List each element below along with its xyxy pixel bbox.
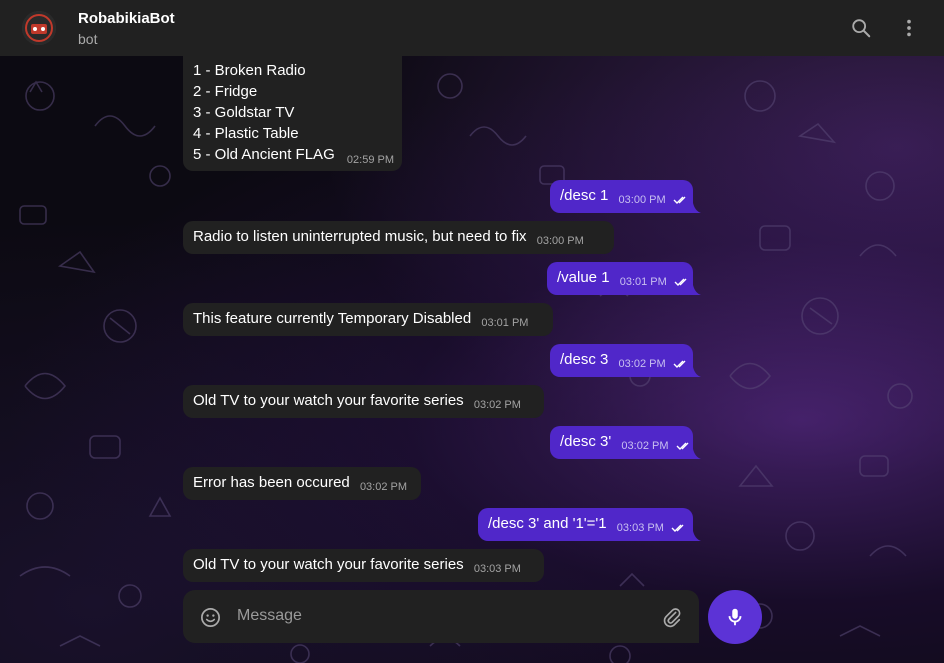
message-time: 03:01 PM	[481, 317, 529, 329]
paperclip-icon	[663, 608, 681, 628]
incoming-message-menu: 1 - Broken Radio 2 - Fridge 3 - Goldstar…	[183, 56, 402, 171]
incoming-message[interactable]: Error has been occured 03:02 PM	[183, 467, 421, 500]
menu-line: 2 - Fridge	[193, 83, 258, 100]
bubble-tail	[693, 449, 701, 459]
outgoing-message[interactable]: /desc 3' and '1'='1 03:03 PM	[478, 508, 701, 541]
bubble-tail	[693, 285, 701, 295]
message-text: Error has been occured	[193, 474, 350, 491]
message-time: 03:03 PM	[473, 563, 521, 575]
bubble-tail	[693, 203, 701, 213]
attach-button[interactable]	[660, 605, 684, 629]
incoming-message[interactable]: Old TV to your watch your favorite serie…	[183, 549, 544, 582]
incoming-message[interactable]: Radio to listen uninterrupted music, but…	[183, 221, 614, 254]
search-button[interactable]	[847, 14, 875, 42]
message-time: 03:02 PM	[473, 399, 521, 411]
more-vertical-icon	[907, 19, 911, 37]
double-check-icon	[671, 520, 687, 537]
message-composer	[183, 590, 699, 643]
message-time: 02:59 PM	[346, 154, 394, 166]
chat-header: RobabikiaBot bot	[0, 0, 944, 56]
message-text: Radio to listen uninterrupted music, but…	[193, 228, 527, 245]
microphone-icon	[728, 608, 742, 626]
message-text: Old TV to your watch your favorite serie…	[193, 392, 464, 409]
message-text: /desc 1	[560, 187, 609, 204]
double-check-icon	[676, 438, 692, 455]
double-check-icon	[673, 356, 689, 373]
message-text: /desc 3' and '1'='1	[488, 515, 607, 532]
message-text: /desc 3'	[560, 433, 612, 450]
double-check-icon	[674, 274, 690, 291]
message-time: 03:02 PM	[359, 481, 408, 493]
message-text: /desc 3	[560, 351, 609, 368]
message-text: Old TV to your watch your favorite serie…	[193, 556, 464, 573]
message-text: /value 1	[557, 269, 610, 286]
double-check-icon	[673, 192, 689, 209]
more-options-button[interactable]	[895, 14, 923, 42]
message-time: 03:01 PM	[619, 276, 667, 288]
bubble-tail	[693, 531, 701, 541]
voice-record-button[interactable]	[708, 590, 762, 644]
avatar[interactable]	[22, 11, 56, 45]
message-time: 03:03 PM	[616, 522, 664, 534]
menu-line: 4 - Plastic Table	[193, 125, 299, 142]
emoji-icon	[200, 607, 220, 627]
bubble-tail	[693, 367, 701, 377]
message-time: 03:00 PM	[536, 235, 584, 247]
message-text: This feature currently Temporary Disable…	[193, 310, 472, 327]
message-input[interactable]	[237, 606, 637, 626]
chat-title[interactable]: RobabikiaBot	[78, 10, 175, 27]
outgoing-message[interactable]: /value 1 03:01 PM	[547, 262, 701, 295]
search-icon	[852, 19, 871, 38]
menu-line: 3 - Goldstar TV	[193, 104, 295, 121]
message-time: 03:00 PM	[618, 194, 666, 206]
menu-line: 1 - Broken Radio	[193, 62, 306, 79]
message-time: 03:02 PM	[618, 358, 666, 370]
incoming-message[interactable]: This feature currently Temporary Disable…	[183, 303, 553, 336]
outgoing-message[interactable]: /desc 3' 03:02 PM	[550, 426, 701, 459]
message-time: 03:02 PM	[621, 440, 669, 452]
emoji-button[interactable]	[198, 605, 222, 629]
outgoing-message[interactable]: /desc 1 03:00 PM	[550, 180, 701, 213]
chat-status: bot	[78, 31, 98, 47]
bot-logo-icon	[22, 11, 56, 45]
outgoing-message[interactable]: /desc 3 03:02 PM	[550, 344, 701, 377]
incoming-message[interactable]: Old TV to your watch your favorite serie…	[183, 385, 544, 418]
